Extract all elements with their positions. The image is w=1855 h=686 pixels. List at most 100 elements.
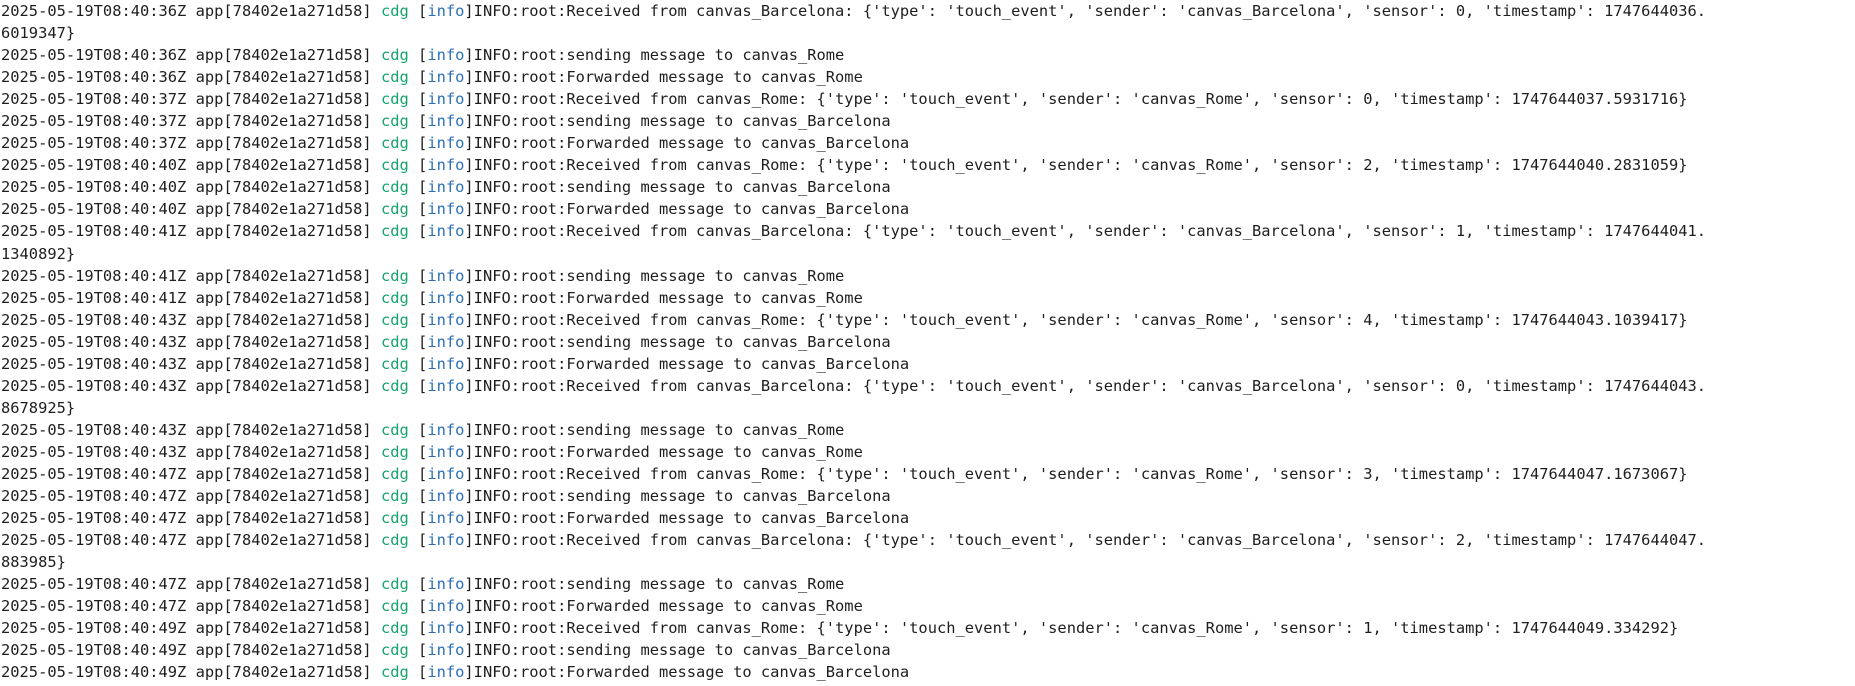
log-timestamp: 2025-05-19T08:40:47Z: [1, 487, 187, 506]
log-message: INFO:root:Forwarded message to canvas_Ba…: [473, 354, 910, 373]
log-level: info: [427, 619, 465, 638]
log-line: 2025-05-19T08:40:47Z app[78402e1a271d58]…: [1, 464, 1688, 483]
log-level: info: [427, 509, 465, 528]
log-timestamp: 2025-05-19T08:40:47Z: [1, 575, 187, 594]
log-timestamp: 2025-05-19T08:40:49Z: [1, 641, 187, 660]
log-message: INFO:root:sending message to canvas_Rome: [473, 420, 845, 439]
log-region: cdg: [380, 68, 409, 87]
log-timestamp: 2025-05-19T08:40:40Z: [1, 200, 187, 219]
log-line: 2025-05-19T08:40:37Z app[78402e1a271d58]…: [1, 134, 910, 153]
log-message: INFO:root:Forwarded message to canvas_Ro…: [473, 442, 863, 461]
log-region: cdg: [380, 575, 409, 594]
log-line: 2025-05-19T08:40:36Z app[78402e1a271d58]…: [1, 46, 845, 65]
log-message: INFO:root:Received from canvas_Rome: {'t…: [473, 310, 1688, 329]
log-level: info: [427, 288, 465, 307]
log-app-id: app[78402e1a271d58]: [195, 2, 372, 20]
log-app-id: app[78402e1a271d58]: [195, 487, 372, 506]
log-app-id: app[78402e1a271d58]: [195, 641, 372, 660]
log-message: INFO:root:sending message to canvas_Rome: [473, 266, 845, 285]
log-timestamp: 2025-05-19T08:40:43Z: [1, 420, 187, 439]
log-level: info: [427, 310, 465, 329]
log-message: INFO:root:Received from canvas_Rome: {'t…: [473, 90, 1688, 109]
log-timestamp: 2025-05-19T08:40:43Z: [1, 442, 187, 461]
log-message: INFO:root:Received from canvas_Barcelona…: [473, 222, 1707, 241]
log-app-id: app[78402e1a271d58]: [195, 619, 372, 638]
log-level: info: [427, 134, 465, 153]
log-line: 2025-05-19T08:40:47Z app[78402e1a271d58]…: [1, 509, 910, 528]
log-region: cdg: [380, 619, 409, 638]
log-app-id: app[78402e1a271d58]: [195, 597, 372, 616]
log-message: INFO:root:Received from canvas_Rome: {'t…: [473, 156, 1688, 175]
log-level: info: [427, 46, 465, 65]
log-timestamp: 2025-05-19T08:40:37Z: [1, 90, 187, 109]
log-app-id: app[78402e1a271d58]: [195, 663, 372, 682]
log-line-continuation: 883985}: [1, 553, 66, 572]
log-app-id: app[78402e1a271d58]: [195, 222, 372, 241]
log-line-continuation: 8678925}: [1, 398, 76, 417]
log-line: 2025-05-19T08:40:41Z app[78402e1a271d58]…: [1, 222, 1707, 241]
log-region: cdg: [380, 531, 409, 550]
log-line-continuation: 6019347}: [1, 24, 76, 43]
log-timestamp: 2025-05-19T08:40:40Z: [1, 178, 187, 197]
log-region: cdg: [380, 354, 409, 373]
log-timestamp: 2025-05-19T08:40:43Z: [1, 310, 187, 329]
log-timestamp: 2025-05-19T08:40:37Z: [1, 134, 187, 153]
log-line: 2025-05-19T08:40:47Z app[78402e1a271d58]…: [1, 531, 1707, 550]
log-level: info: [427, 487, 465, 506]
log-line: 2025-05-19T08:40:43Z app[78402e1a271d58]…: [1, 442, 863, 461]
log-app-id: app[78402e1a271d58]: [195, 310, 372, 329]
log-message: INFO:root:Forwarded message to canvas_Ba…: [473, 663, 910, 682]
log-line: 2025-05-19T08:40:47Z app[78402e1a271d58]…: [1, 597, 863, 616]
log-region: cdg: [380, 112, 409, 131]
log-level: info: [427, 156, 465, 175]
log-region: cdg: [380, 663, 409, 682]
log-line: 2025-05-19T08:40:36Z app[78402e1a271d58]…: [1, 68, 863, 87]
log-app-id: app[78402e1a271d58]: [195, 112, 372, 131]
log-line: 2025-05-19T08:40:41Z app[78402e1a271d58]…: [1, 288, 863, 307]
log-message: INFO:root:Forwarded message to canvas_Ro…: [473, 288, 863, 307]
log-level: info: [427, 222, 465, 241]
log-level: info: [427, 332, 465, 351]
log-message: INFO:root:sending message to canvas_Rome: [473, 575, 845, 594]
log-level: info: [427, 178, 465, 197]
log-line: 2025-05-19T08:40:43Z app[78402e1a271d58]…: [1, 354, 910, 373]
log-timestamp: 2025-05-19T08:40:43Z: [1, 354, 187, 373]
log-level: info: [427, 575, 465, 594]
log-app-id: app[78402e1a271d58]: [195, 332, 372, 351]
log-line: 2025-05-19T08:40:36Z app[78402e1a271d58]…: [1, 2, 1707, 20]
log-app-id: app[78402e1a271d58]: [195, 200, 372, 219]
log-timestamp: 2025-05-19T08:40:41Z: [1, 288, 187, 307]
log-timestamp: 2025-05-19T08:40:49Z: [1, 619, 187, 638]
log-message: INFO:root:sending message to canvas_Barc…: [473, 487, 891, 506]
log-timestamp: 2025-05-19T08:40:40Z: [1, 156, 187, 175]
log-message: INFO:root:sending message to canvas_Barc…: [473, 641, 891, 660]
log-level: info: [427, 641, 465, 660]
log-region: cdg: [380, 156, 409, 175]
log-region: cdg: [380, 310, 409, 329]
log-region: cdg: [380, 487, 409, 506]
log-app-id: app[78402e1a271d58]: [195, 464, 372, 483]
log-message: INFO:root:Forwarded message to canvas_Ro…: [473, 597, 863, 616]
log-message: INFO:root:Forwarded message to canvas_Ba…: [473, 509, 910, 528]
log-line: 2025-05-19T08:40:43Z app[78402e1a271d58]…: [1, 332, 891, 351]
log-app-id: app[78402e1a271d58]: [195, 68, 372, 87]
log-app-id: app[78402e1a271d58]: [195, 288, 372, 307]
log-line: 2025-05-19T08:40:43Z app[78402e1a271d58]…: [1, 310, 1688, 329]
log-timestamp: 2025-05-19T08:40:41Z: [1, 266, 187, 285]
log-level: info: [427, 597, 465, 616]
log-region: cdg: [380, 178, 409, 197]
log-timestamp: 2025-05-19T08:40:43Z: [1, 376, 187, 395]
terminal-log-output[interactable]: 2025-05-19T08:40:36Z app[78402e1a271d58]…: [0, 0, 1855, 686]
log-app-id: app[78402e1a271d58]: [195, 134, 372, 153]
log-region: cdg: [380, 200, 409, 219]
log-timestamp: 2025-05-19T08:40:41Z: [1, 222, 187, 241]
log-line: 2025-05-19T08:40:47Z app[78402e1a271d58]…: [1, 575, 845, 594]
log-level: info: [427, 663, 465, 682]
log-region: cdg: [380, 46, 409, 65]
log-message: INFO:root:sending message to canvas_Rome: [473, 46, 845, 65]
log-region: cdg: [380, 90, 409, 109]
log-line: 2025-05-19T08:40:49Z app[78402e1a271d58]…: [1, 663, 910, 682]
log-message: INFO:root:Received from canvas_Barcelona…: [473, 376, 1707, 395]
log-app-id: app[78402e1a271d58]: [195, 376, 372, 395]
log-app-id: app[78402e1a271d58]: [195, 531, 372, 550]
